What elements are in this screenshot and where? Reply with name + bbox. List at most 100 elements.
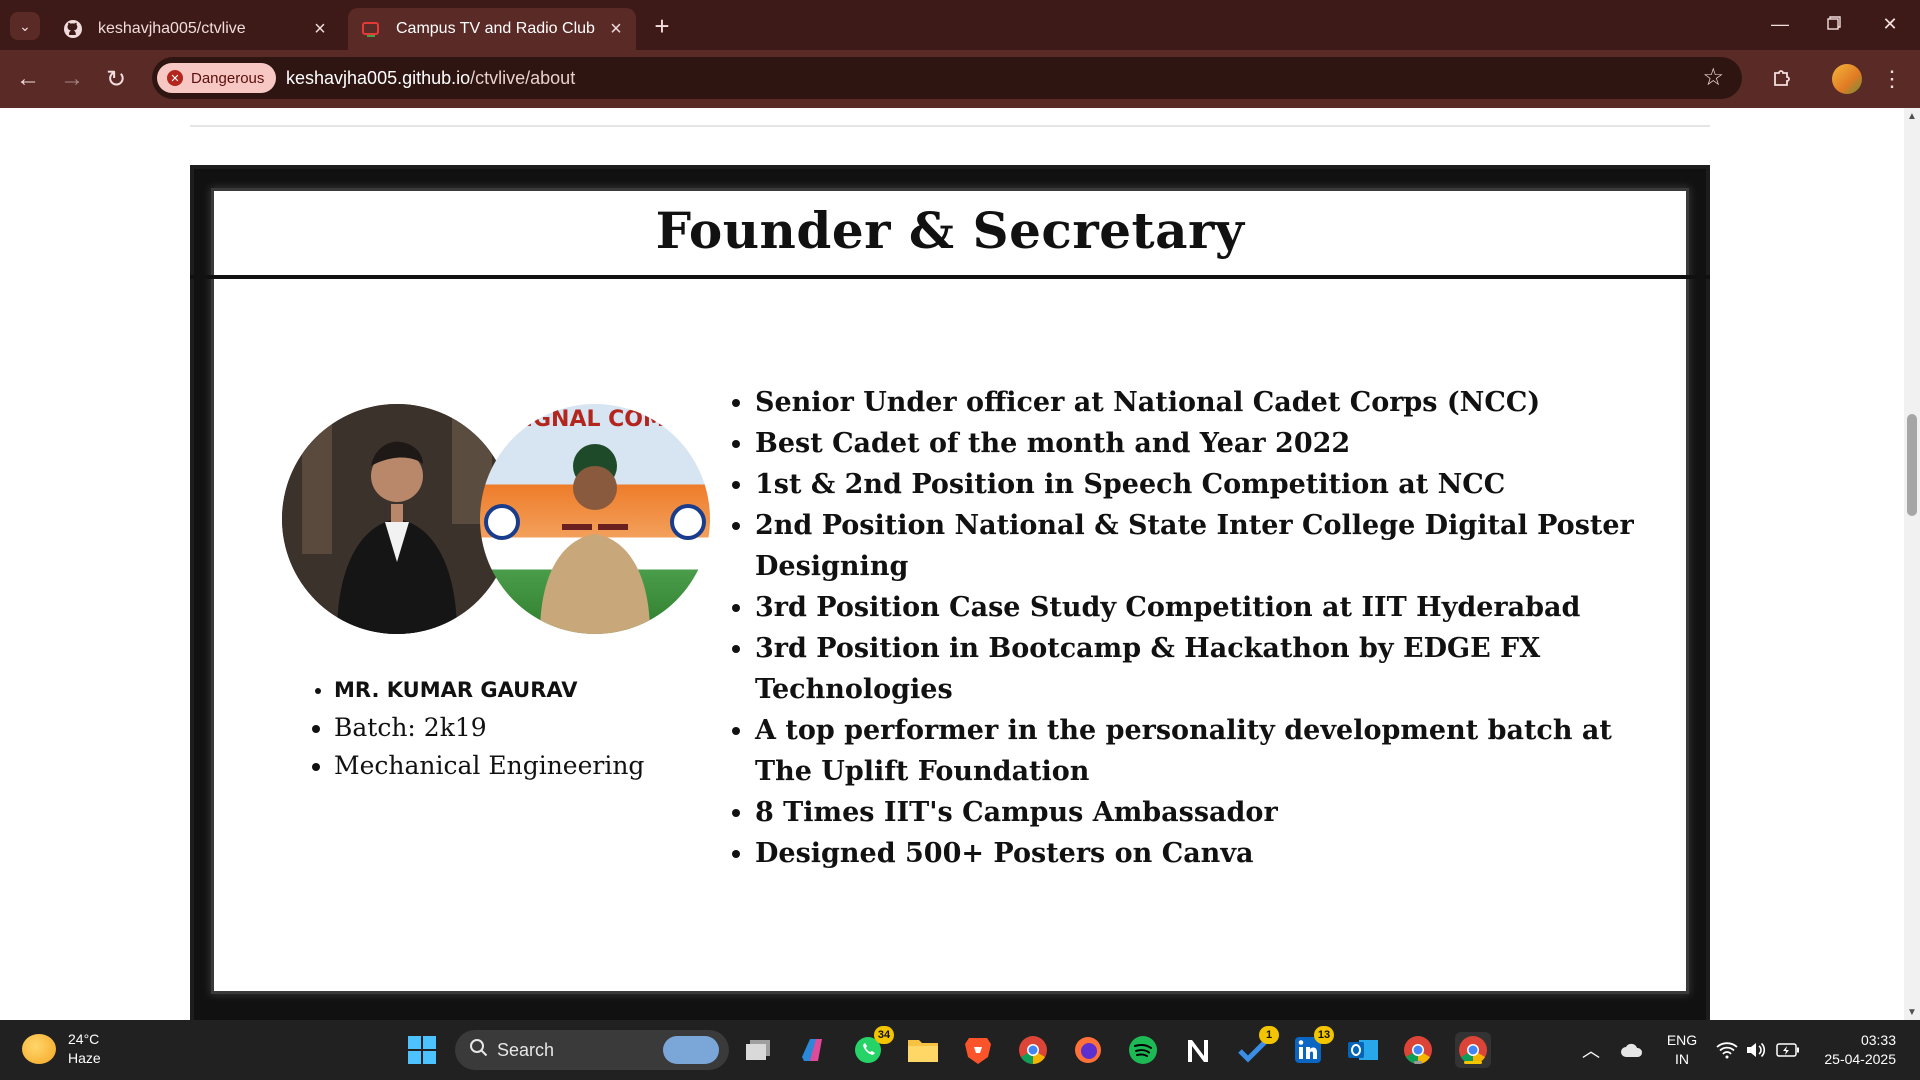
spotify-icon [1129,1036,1157,1064]
folder-icon [908,1040,938,1062]
notion-button[interactable] [1180,1032,1216,1068]
weather-desc: Haze [68,1050,101,1066]
address-bar[interactable]: ✕ Dangerous keshavjha005.github.io/ctvli… [152,57,1742,99]
todo-button[interactable]: 1 [1235,1026,1279,1068]
tab-title: Campus TV and Radio Club [396,20,595,37]
profile-avatar[interactable] [1832,64,1862,94]
close-icon[interactable]: × [308,17,332,41]
scroll-up-arrow-icon[interactable]: ▲ [1907,111,1917,122]
founder-photos: SIGNAL COMP [282,404,712,636]
divider [190,125,1710,127]
forward-button[interactable]: → [56,63,88,95]
reload-button[interactable]: ↻ [100,63,132,95]
cloud-icon [1621,1043,1643,1057]
minimize-button[interactable]: — [1752,6,1808,42]
close-window-button[interactable]: ✕ [1862,6,1918,42]
chrome-icon [1019,1036,1047,1064]
restore-button[interactable] [1806,6,1862,42]
browser-toolbar: ← → ↻ ✕ Dangerous keshavjha005.github.io… [0,50,1920,108]
language-indicator[interactable]: ENG IN [1666,1031,1698,1069]
arrow-right-icon: → [60,65,84,92]
restore-icon [1827,14,1841,35]
url-text[interactable]: keshavjha005.github.io/ctvlive/about [286,68,575,89]
brave-button[interactable] [960,1032,996,1068]
scrollbar-thumb[interactable] [1907,414,1917,516]
new-tab-button[interactable]: + [648,11,676,41]
notion-n-icon [1188,1040,1208,1062]
copilot-icon [802,1039,822,1061]
todo-badge: 1 [1259,1026,1279,1044]
weather-temp: 24°C [68,1031,100,1047]
minimize-icon: — [1771,13,1789,34]
chrome-profile-button[interactable] [1400,1032,1436,1068]
list-item: A top performer in the personality devel… [755,710,1655,792]
search-label: Search [497,1039,555,1060]
close-icon: ✕ [1882,13,1898,34]
scroll-down-arrow-icon[interactable]: ▼ [1907,1007,1917,1018]
linkedin-button[interactable]: 13 [1290,1026,1334,1068]
clock-time: 03:33 [1860,1032,1896,1048]
show-hidden-icons-button[interactable]: ︿ [1582,1020,1600,1080]
outlook-icon [1348,1040,1378,1060]
chrome-button[interactable] [1015,1032,1051,1068]
url-host: keshavjha005.github.io [286,68,471,88]
achievements-list: Senior Under officer at National Cadet C… [731,382,1655,874]
list-item: Best Cadet of the month and Year 2022 [755,423,1655,464]
tab-title: keshavjha005/ctvlive [98,20,246,37]
weather-widget[interactable]: 24°C Haze [22,1030,101,1068]
firefox-icon [1075,1037,1101,1063]
founder-batch: Batch: 2k19 [334,709,644,747]
list-item: 8 Times IIT's Campus Ambassador [755,792,1655,833]
page-scrollbar[interactable]: ▲ ▼ [1904,108,1920,1020]
section-title: Founder & Secretary [655,201,1245,260]
list-item: 1st & 2nd Position in Speech Competition… [755,464,1655,505]
brave-lion-icon [965,1038,991,1064]
tab-campus-tv[interactable]: Campus TV and Radio Club × [348,8,636,50]
wifi-button[interactable] [1716,1020,1738,1080]
taskbar-search[interactable]: Search [455,1030,729,1070]
linkedin-badge: 13 [1314,1026,1334,1044]
whatsapp-badge: 34 [874,1026,894,1044]
battery-button[interactable] [1776,1020,1800,1080]
security-chip[interactable]: ✕ Dangerous [157,63,277,93]
lang-line2: IN [1675,1051,1689,1067]
chevron-down-icon: ⌄ [19,17,31,34]
founder-photo-ncc: SIGNAL COMP [480,404,710,634]
onedrive-button[interactable] [1620,1020,1644,1080]
founder-branch: Mechanical Engineering [334,747,644,785]
bookmark-star-icon[interactable]: ☆ [1702,63,1724,92]
close-icon[interactable]: × [604,17,628,41]
search-icon [469,1038,489,1063]
list-item: Designed 500+ Posters on Canva [755,833,1655,874]
list-item: 2nd Position National & State Inter Coll… [755,505,1655,587]
founder-details: MR. KUMAR GAURAV Batch: 2k19 Mechanical … [310,671,644,785]
spotify-button[interactable] [1125,1032,1161,1068]
haze-weather-icon [22,1034,56,1064]
url-path: /ctvlive/about [470,68,576,88]
volume-button[interactable] [1746,1020,1766,1080]
list-item: 3rd Position Case Study Competition at I… [755,587,1655,628]
menu-kebab-icon[interactable]: ⋮ [1881,63,1903,95]
running-indicator [1464,1061,1482,1064]
clock-date: 25-04-2025 [1824,1051,1896,1067]
outlook-button[interactable] [1345,1032,1381,1068]
system-clock[interactable]: 03:33 25-04-2025 [1816,1031,1896,1069]
founder-name: MR. KUMAR GAURAV [334,671,644,709]
back-button[interactable]: ← [12,63,44,95]
tab-github[interactable]: keshavjha005/ctvlive × [50,8,340,50]
file-explorer-button[interactable] [905,1032,941,1068]
arrow-left-icon: ← [16,65,40,92]
task-view-button[interactable] [740,1032,776,1068]
founder-photo-suit [282,404,512,634]
page-viewport: Founder & Secretary SIGNAL COMP • MR. KU… [0,108,1904,1020]
tab-search-button[interactable]: ⌄ [10,12,40,40]
list-item: 3rd Position in Bootcamp & Hackathon by … [755,628,1655,710]
start-button[interactable] [404,1032,440,1068]
photo-banner-text: SIGNAL COMP [509,407,681,432]
whatsapp-button[interactable]: 34 [850,1026,894,1068]
firefox-button[interactable] [1070,1032,1106,1068]
chrome-active-button[interactable] [1455,1032,1491,1068]
extensions-button[interactable] [1766,63,1798,95]
title-underline [190,275,1710,279]
copilot-button[interactable] [795,1032,831,1068]
